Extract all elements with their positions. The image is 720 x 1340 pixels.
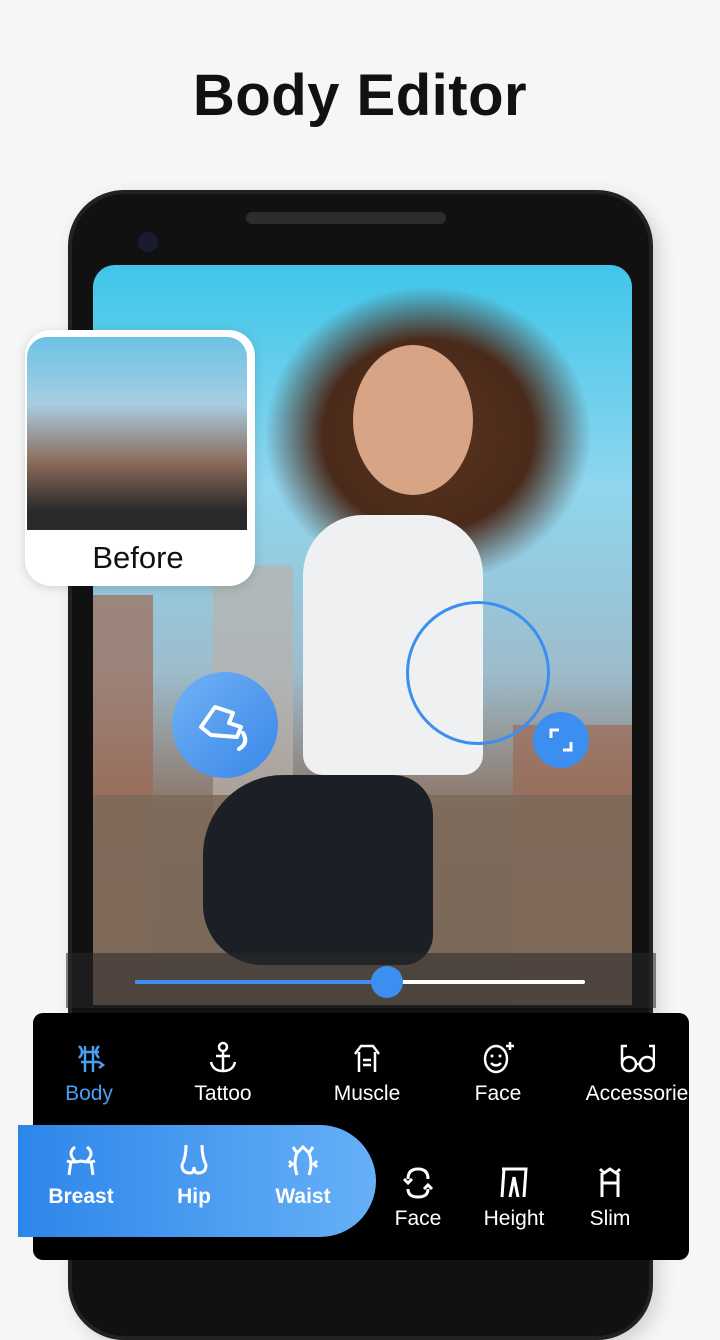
face-smile-icon (483, 1042, 514, 1074)
subtool-label: Face (394, 1207, 442, 1230)
photo-shorts (203, 775, 433, 965)
tool-label: Accessorie (585, 1082, 689, 1105)
muscle-icon (354, 1044, 380, 1072)
before-label: Before (92, 540, 184, 575)
glasses-icon (620, 1044, 655, 1073)
tool-label: Body (65, 1082, 113, 1105)
reshape-tool-button[interactable] (172, 672, 278, 778)
subtool-label: Hip (177, 1185, 211, 1208)
selection-circle[interactable] (406, 601, 550, 745)
tool-label: Tattoo (194, 1082, 252, 1105)
subtool-slim[interactable]: Slim (535, 1165, 685, 1231)
subtool-label: Slim (589, 1207, 631, 1230)
tool-body[interactable]: Body (14, 1040, 164, 1106)
hand-push-icon (199, 705, 248, 751)
tool-face[interactable]: Face (423, 1040, 573, 1106)
phone-camera (138, 232, 158, 252)
tool-label: Muscle (333, 1082, 401, 1105)
before-image (27, 337, 247, 530)
before-preview-card[interactable]: Before (25, 330, 255, 586)
tool-muscle[interactable]: Muscle (292, 1040, 442, 1106)
tool-label: Face (474, 1082, 522, 1105)
body-icon (78, 1045, 106, 1072)
subtool-label: Waist (275, 1185, 331, 1208)
face-reshape-icon (402, 1167, 434, 1199)
photo-face (353, 345, 473, 495)
tool-accessorie[interactable]: Accessorie (562, 1040, 712, 1106)
resize-handle[interactable] (533, 712, 589, 768)
waist-icon (287, 1144, 319, 1176)
legs-icon (500, 1167, 528, 1198)
hip-icon (180, 1144, 208, 1175)
expand-icon (549, 728, 573, 752)
anchor-icon (209, 1041, 237, 1073)
breast-icon (66, 1145, 96, 1176)
phone-speaker (246, 212, 446, 224)
subtool-label: Breast (48, 1185, 114, 1208)
intensity-slider-thumb[interactable] (371, 966, 403, 998)
intensity-slider-fill (135, 980, 387, 984)
tool-tattoo[interactable]: Tattoo (148, 1040, 298, 1106)
page-title: Body Editor (192, 63, 528, 128)
slim-icon (598, 1167, 622, 1197)
